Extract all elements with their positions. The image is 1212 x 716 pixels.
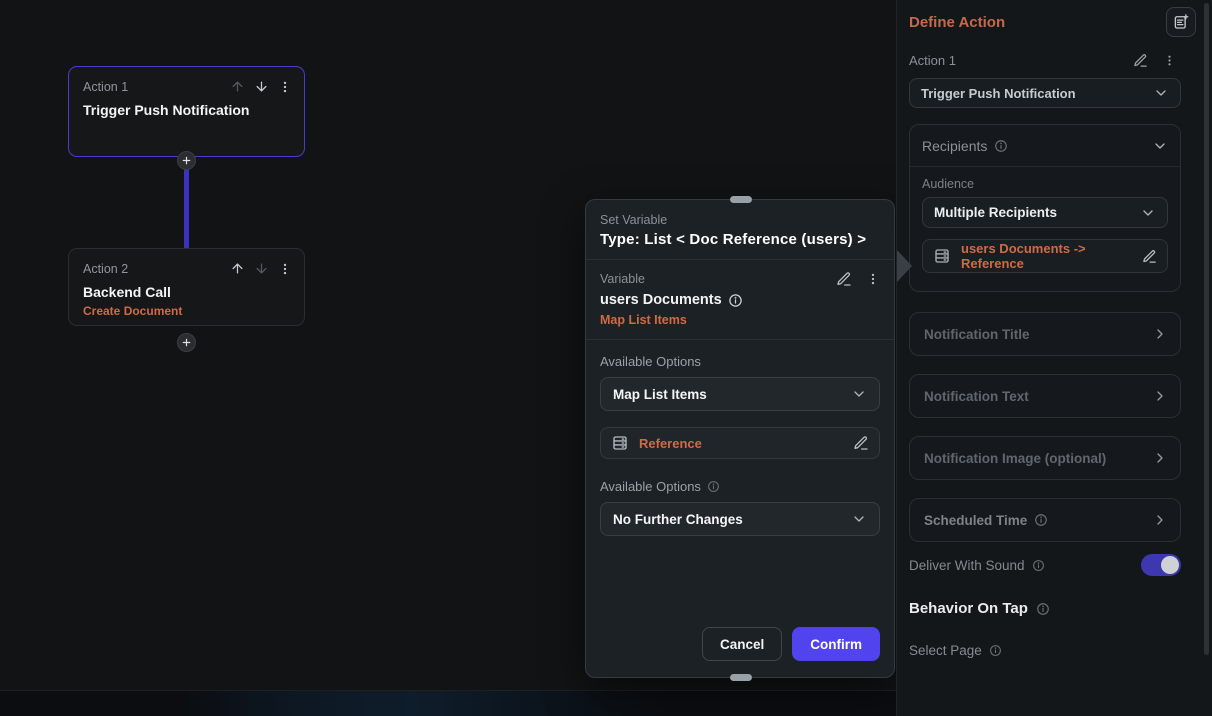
action-connector-line bbox=[184, 160, 189, 248]
action-node-subtitle: Create Document bbox=[83, 304, 183, 318]
dialog-title: Type: List < Doc Reference (users) > bbox=[600, 231, 867, 248]
dropdown-value: Multiple Recipients bbox=[934, 205, 1058, 220]
add-action-button[interactable] bbox=[177, 333, 196, 352]
move-up-icon[interactable] bbox=[230, 261, 245, 276]
recipients-section: Recipients Audience Multiple Recipients … bbox=[909, 124, 1181, 292]
audience-dropdown[interactable]: Multiple Recipients bbox=[922, 197, 1168, 228]
chevron-down-icon bbox=[1153, 85, 1169, 101]
panel-title: Define Action bbox=[909, 13, 1006, 31]
add-action-button[interactable] bbox=[177, 151, 196, 170]
notification-text-section: Notification Text bbox=[909, 374, 1181, 418]
add-action-icon bbox=[181, 337, 192, 348]
recipients-title: Recipients bbox=[922, 137, 988, 154]
more-options-icon[interactable] bbox=[866, 272, 880, 286]
available-options-label: Available Options bbox=[600, 479, 701, 494]
scheduled-time-section: Scheduled Time bbox=[909, 498, 1181, 542]
move-down-icon[interactable] bbox=[254, 79, 269, 94]
deliver-with-sound-label: Deliver With Sound bbox=[909, 557, 1025, 573]
reference-value: Reference bbox=[639, 435, 702, 451]
info-icon bbox=[1032, 559, 1045, 572]
info-icon bbox=[1036, 602, 1050, 616]
add-action-icon bbox=[181, 155, 192, 166]
reference-row[interactable]: Reference bbox=[600, 427, 880, 459]
dropdown-value: Map List Items bbox=[613, 386, 707, 402]
link-pointer-arrow bbox=[897, 250, 912, 282]
chevron-down-icon bbox=[1140, 205, 1156, 221]
confirm-button[interactable]: Confirm bbox=[792, 627, 880, 661]
more-options-icon[interactable] bbox=[278, 262, 292, 276]
chevron-right-icon bbox=[1152, 326, 1168, 342]
dropdown-value: Trigger Push Notification bbox=[921, 85, 1076, 101]
notification-title-header[interactable]: Notification Title bbox=[910, 313, 1180, 355]
dropdown-value: No Further Changes bbox=[613, 511, 743, 527]
define-action-panel: Define Action Action 1 Trigger Push Noti… bbox=[896, 0, 1212, 716]
app-preview-edge bbox=[0, 690, 896, 716]
audience-label: Audience bbox=[922, 177, 975, 191]
more-options-icon[interactable] bbox=[1163, 54, 1176, 67]
action-node-1[interactable]: Action 1 Trigger Push Notification bbox=[68, 66, 305, 157]
notification-text-header[interactable]: Notification Text bbox=[910, 375, 1180, 417]
scheduled-time-header[interactable]: Scheduled Time bbox=[910, 499, 1180, 541]
section-label: Notification Title bbox=[924, 326, 1030, 342]
copy-action-button[interactable] bbox=[1166, 7, 1196, 37]
database-icon bbox=[611, 434, 629, 452]
info-icon bbox=[994, 139, 1008, 153]
chevron-down-icon bbox=[1152, 138, 1168, 154]
section-label: Notification Text bbox=[924, 388, 1029, 404]
action-node-title: Trigger Push Notification bbox=[83, 102, 250, 118]
variable-label: Variable bbox=[600, 272, 645, 286]
drag-handle[interactable] bbox=[730, 196, 752, 203]
info-icon bbox=[728, 293, 743, 308]
toggle-knob bbox=[1161, 556, 1179, 574]
variable-block: Variable users Documents Map List Items bbox=[586, 260, 894, 340]
recipients-reference-row[interactable]: users Documents -> Reference bbox=[922, 239, 1168, 273]
info-icon bbox=[707, 480, 720, 493]
move-up-icon[interactable] bbox=[230, 79, 245, 94]
behavior-on-tap-heading: Behavior On Tap bbox=[909, 600, 1028, 617]
chevron-right-icon bbox=[1152, 388, 1168, 404]
chevron-right-icon bbox=[1152, 512, 1168, 528]
recipients-header[interactable]: Recipients bbox=[910, 125, 1180, 167]
more-options-icon[interactable] bbox=[278, 80, 292, 94]
section-label: Scheduled Time bbox=[924, 512, 1028, 528]
variable-mode: Map List Items bbox=[600, 313, 687, 327]
notification-image-section: Notification Image (optional) bbox=[909, 436, 1181, 480]
cancel-button[interactable]: Cancel bbox=[701, 627, 783, 661]
notification-title-section: Notification Title bbox=[909, 312, 1181, 356]
reference-value: users Documents -> Reference bbox=[961, 241, 1086, 271]
panel-scrollbar[interactable] bbox=[1204, 3, 1209, 655]
action-node-2[interactable]: Action 2 Backend Call Create Document bbox=[68, 248, 305, 326]
move-down-icon[interactable] bbox=[254, 261, 269, 276]
action-node-label: Action 1 bbox=[83, 79, 129, 94]
panel-action-label: Action 1 bbox=[909, 52, 956, 68]
set-variable-dialog: Set Variable Type: List < Doc Reference … bbox=[585, 196, 895, 681]
chevron-right-icon bbox=[1152, 450, 1168, 466]
edit-pencil-icon[interactable] bbox=[1142, 249, 1157, 264]
dialog-kicker: Set Variable bbox=[600, 213, 668, 227]
map-list-items-dropdown[interactable]: Map List Items bbox=[600, 377, 880, 411]
edit-pencil-icon[interactable] bbox=[836, 271, 852, 287]
add-note-icon bbox=[1172, 13, 1190, 31]
chevron-down-icon bbox=[851, 511, 867, 527]
variable-name: users Documents bbox=[600, 292, 722, 308]
info-icon bbox=[989, 644, 1002, 657]
dialog-header: Set Variable Type: List < Doc Reference … bbox=[586, 200, 894, 260]
action-node-label: Action 2 bbox=[83, 261, 129, 276]
drag-handle[interactable] bbox=[730, 674, 752, 681]
section-label: Notification Image (optional) bbox=[924, 450, 1107, 466]
notification-image-header[interactable]: Notification Image (optional) bbox=[910, 437, 1180, 479]
database-icon bbox=[933, 247, 951, 265]
dialog-body: Available Options Map List Items Referen… bbox=[586, 340, 894, 536]
action-node-title: Backend Call bbox=[83, 284, 171, 300]
available-options-label: Available Options bbox=[600, 354, 701, 369]
edit-pencil-icon[interactable] bbox=[853, 435, 869, 451]
chevron-down-icon bbox=[851, 386, 867, 402]
info-icon bbox=[1034, 513, 1048, 527]
no-further-changes-dropdown[interactable]: No Further Changes bbox=[600, 502, 880, 536]
action-type-dropdown[interactable]: Trigger Push Notification bbox=[909, 78, 1181, 108]
select-page-label: Select Page bbox=[909, 643, 982, 658]
edit-pencil-icon[interactable] bbox=[1133, 53, 1148, 68]
deliver-with-sound-toggle[interactable] bbox=[1141, 554, 1181, 576]
